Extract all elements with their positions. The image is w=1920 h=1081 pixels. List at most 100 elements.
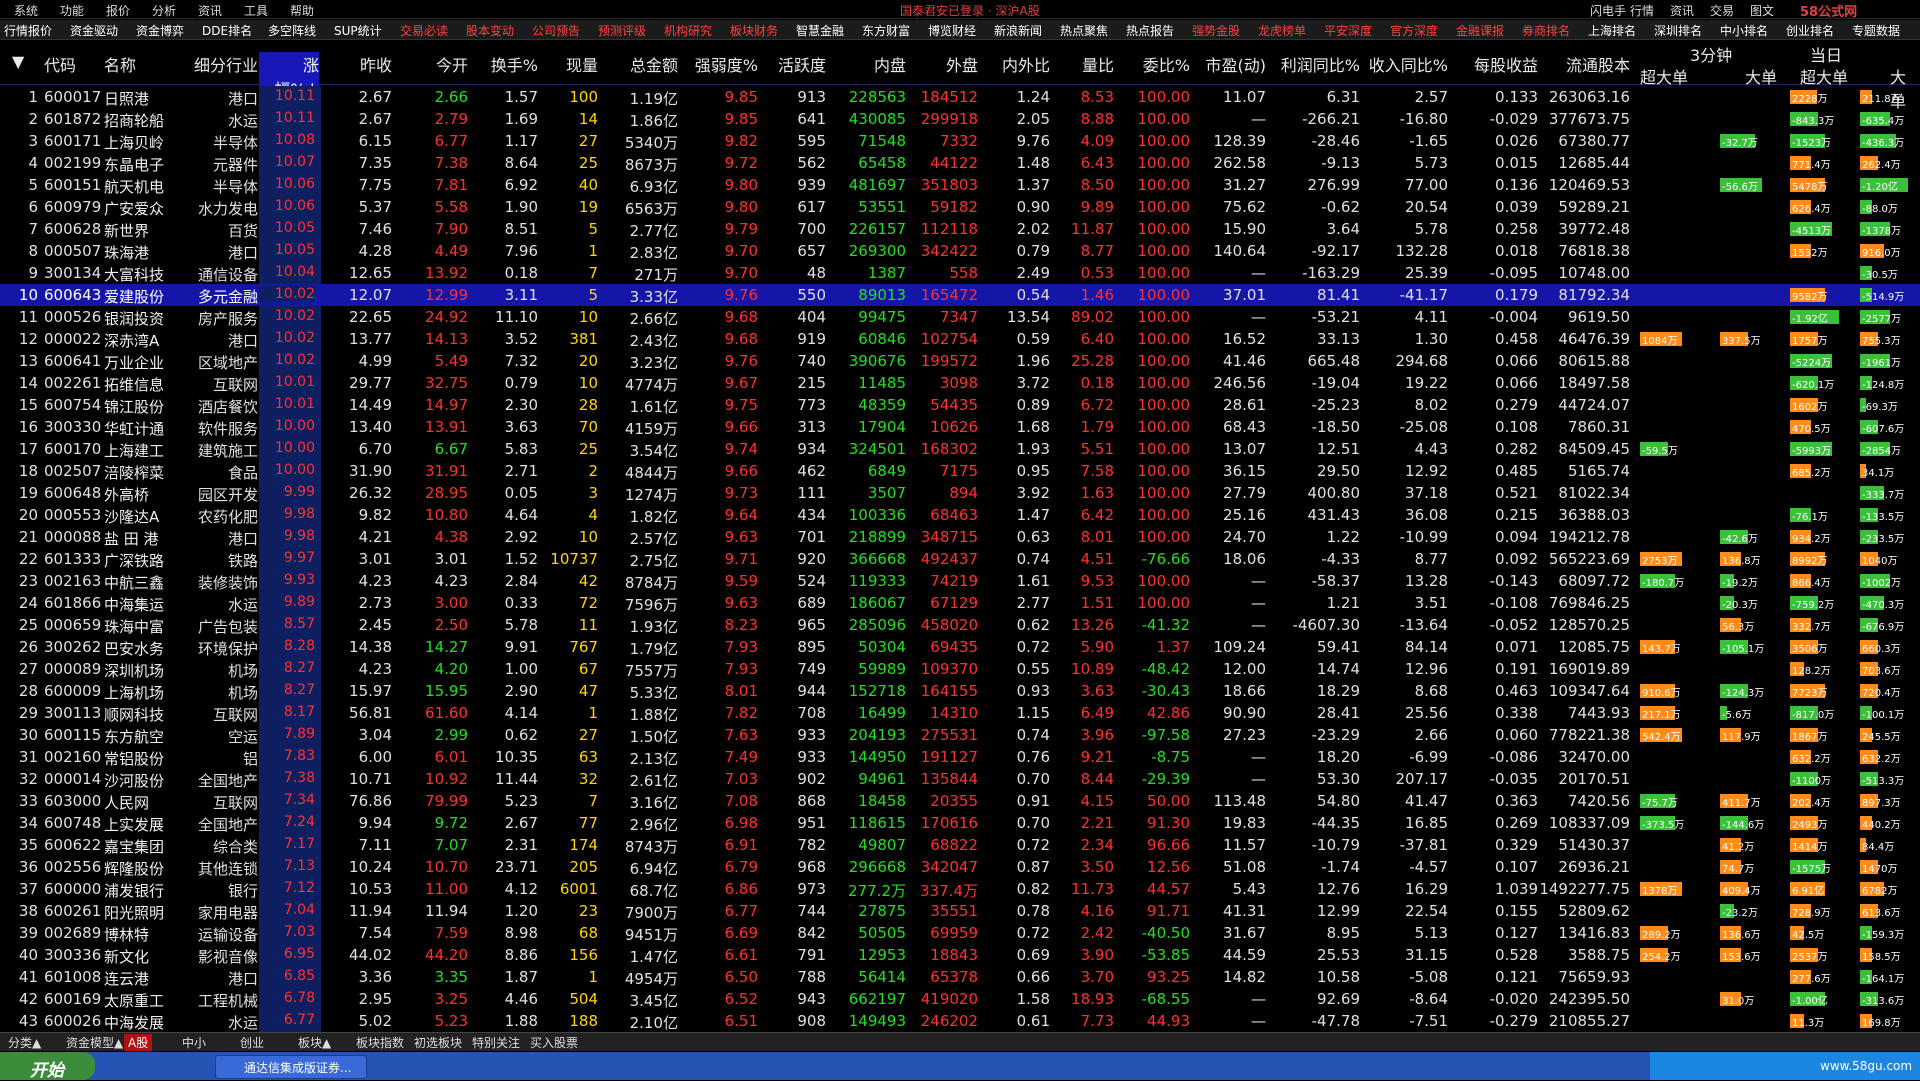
table-row[interactable]: 20 000553 沙隆达A 农药化肥 9.98 9.82 10.80 4.64 4 1.82亿 9… — [0, 504, 1920, 526]
right-menu-item-4[interactable]: 图文 — [1750, 2, 1774, 19]
right-menu-item-1[interactable]: 行情 — [1630, 2, 1654, 19]
category-tab-6[interactable]: 交易必读 — [400, 22, 448, 39]
menu-item-3[interactable]: 分析 — [152, 2, 176, 19]
table-row[interactable]: 34 600748 上实发展 全国地产 7.24 9.94 9.72 2.67 77 2.96亿 6… — [0, 812, 1920, 834]
category-tab-26[interactable]: 中小排名 — [1720, 22, 1768, 39]
category-tab-9[interactable]: 预测评级 — [598, 22, 646, 39]
header-outer[interactable]: 外盘 — [906, 52, 978, 76]
category-tab-22[interactable]: 金融课报 — [1456, 22, 1504, 39]
header-volratio[interactable]: 量比 — [1050, 52, 1114, 76]
header-revenue[interactable]: 收入同比% — [1360, 52, 1448, 76]
menu-item-6[interactable]: 帮助 — [290, 2, 314, 19]
table-row[interactable]: 26 300262 巴安水务 环境保护 8.28 14.38 14.27 9.91 767 1.7… — [0, 636, 1920, 658]
table-row[interactable]: 36 002556 辉隆股份 其他连锁 7.13 10.24 10.70 23.71 205 6.… — [0, 856, 1920, 878]
taskbar-app-button[interactable]: 通达信集成版证券... — [215, 1055, 367, 1079]
category-tab-7[interactable]: 股本变动 — [466, 22, 514, 39]
category-tab-15[interactable]: 新浪新闻 — [994, 22, 1042, 39]
bottom-tab-9[interactable]: 买入股票 — [530, 1034, 578, 1051]
category-tab-17[interactable]: 热点报告 — [1126, 22, 1174, 39]
header-code[interactable]: 代码 — [44, 52, 104, 76]
table-row[interactable]: 1 600017 日照港 港口 10.11 2.67 2.66 1.57 100 1.19亿 9.8… — [0, 86, 1920, 108]
header-strength[interactable]: 强弱度% — [678, 52, 758, 76]
category-tab-11[interactable]: 板块财务 — [730, 22, 778, 39]
category-tab-28[interactable]: 专题数据 — [1852, 22, 1900, 39]
bottom-tab-1[interactable]: 资金模型▲ — [66, 1034, 123, 1051]
table-row[interactable]: 6 600979 广安爱众 水力发电 10.06 5.37 5.58 1.90 19 6563万 9… — [0, 196, 1920, 218]
table-row[interactable]: 17 600170 上海建工 建筑施工 10.00 6.70 6.67 5.83 25 3.54亿… — [0, 438, 1920, 460]
start-button[interactable]: 开始 — [0, 1052, 95, 1081]
bottom-tab-5[interactable]: 板块▲ — [298, 1034, 331, 1051]
menu-item-4[interactable]: 资讯 — [198, 2, 222, 19]
category-tab-4[interactable]: 多空阵线 — [268, 22, 316, 39]
table-row[interactable]: 27 000089 深圳机场 机场 8.27 4.23 4.20 1.00 67 7557万 7.9… — [0, 658, 1920, 680]
table-row[interactable]: 38 600261 阳光照明 家用电器 7.04 11.94 11.94 1.20 23 7900… — [0, 900, 1920, 922]
table-row[interactable]: 7 600628 新世界 百货 10.05 7.46 7.90 8.51 5 2.77亿 9.79 7… — [0, 218, 1920, 240]
bottom-tab-6[interactable]: 板块指数 — [356, 1034, 404, 1051]
table-row[interactable]: 29 300113 顺网科技 互联网 8.17 56.81 61.60 4.14 1 1.88亿 7… — [0, 702, 1920, 724]
table-row[interactable]: 41 601008 连云港 港口 6.85 3.36 3.35 1.87 1 4954万 6.50 7… — [0, 966, 1920, 988]
category-tab-1[interactable]: 资金驱动 — [70, 22, 118, 39]
table-row[interactable]: 2 601872 招商轮船 水运 10.11 2.67 2.79 1.69 14 1.86亿 9.8… — [0, 108, 1920, 130]
table-row[interactable]: 5 600151 航天机电 半导体 10.06 7.75 7.81 6.92 40 6.93亿 9.… — [0, 174, 1920, 196]
header-prev[interactable]: 昨收 — [322, 52, 392, 76]
table-row[interactable]: 33 603000 人民网 互联网 7.34 76.86 79.99 5.23 7 3.16亿 7.… — [0, 790, 1920, 812]
category-tab-12[interactable]: 智慧金融 — [796, 22, 844, 39]
table-row[interactable]: 39 002689 博林特 运输设备 7.03 7.54 7.59 8.98 68 9451万 6.… — [0, 922, 1920, 944]
table-row[interactable]: 10 600643 爱建股份 多元金融 10.02 12.07 12.99 3.11 5 3.33… — [0, 284, 1920, 306]
header-super[interactable]: 超大单 — [1640, 64, 1688, 88]
header-turnover[interactable]: 换手% — [468, 52, 538, 76]
category-tab-5[interactable]: SUP统计 — [334, 22, 382, 39]
header-amount[interactable]: 总金额 — [598, 52, 678, 76]
header-float[interactable]: 流通股本 — [1538, 52, 1630, 76]
category-tab-24[interactable]: 上海排名 — [1588, 22, 1636, 39]
table-row[interactable]: 32 000014 沙河股份 全国地产 7.38 10.71 10.92 11.44 32 2.6… — [0, 768, 1920, 790]
table-row[interactable]: 31 002160 常铝股份 铝 7.83 6.00 6.01 10.35 63 2.13亿 7.4… — [0, 746, 1920, 768]
category-tab-14[interactable]: 博览财经 — [928, 22, 976, 39]
header-eps[interactable]: 每股收益 — [1448, 52, 1538, 76]
menu-item-2[interactable]: 报价 — [106, 2, 130, 19]
category-tab-10[interactable]: 机构研究 — [664, 22, 712, 39]
table-row[interactable]: 21 000088 盐 田 港 港口 9.98 4.21 4.38 2.92 10 2.57亿 9.… — [0, 526, 1920, 548]
table-row[interactable]: 35 600622 嘉宝集团 综合类 7.17 7.11 7.07 2.31 174 8743万 6… — [0, 834, 1920, 856]
bottom-tab-3[interactable]: 中小 — [182, 1034, 206, 1051]
bottom-tab-8[interactable]: 特别关注 — [472, 1034, 520, 1051]
category-tab-19[interactable]: 龙虎榜单 — [1258, 22, 1306, 39]
right-menu-item-2[interactable]: 资讯 — [1670, 2, 1694, 19]
category-tab-25[interactable]: 深圳排名 — [1654, 22, 1702, 39]
header-bidratio[interactable]: 委比% — [1114, 52, 1190, 76]
category-tab-27[interactable]: 创业排名 — [1786, 22, 1834, 39]
header-activity[interactable]: 活跃度 — [758, 52, 826, 76]
table-row[interactable]: 24 601866 中海集运 水运 9.89 2.73 3.00 0.33 72 7596万 9.6… — [0, 592, 1920, 614]
right-menu-item-0[interactable]: 闪电手 — [1590, 2, 1626, 19]
table-row[interactable]: 13 600641 万业企业 区域地产 10.02 4.99 5.49 7.32 20 3.23亿… — [0, 350, 1920, 372]
table-row[interactable]: 23 002163 中航三鑫 装修装饰 9.93 4.23 4.23 2.84 42 8784万 9… — [0, 570, 1920, 592]
category-tab-8[interactable]: 公司预告 — [532, 22, 580, 39]
header-name[interactable]: 名称 — [104, 52, 176, 76]
category-tab-2[interactable]: 资金博弈 — [136, 22, 184, 39]
table-row[interactable]: 14 002261 拓维信息 互联网 10.01 29.77 32.75 0.79 10 4774… — [0, 372, 1920, 394]
table-row[interactable]: 19 600648 外高桥 园区开发 9.99 26.32 28.95 0.05 3 1274万 9… — [0, 482, 1920, 504]
header-pe[interactable]: 市盈(动) — [1190, 52, 1267, 76]
header-open[interactable]: 今开 — [392, 52, 468, 76]
bottom-tab-4[interactable]: 创业 — [240, 1034, 264, 1051]
category-tab-0[interactable]: 行情报价 — [4, 22, 52, 39]
header-big[interactable]: 大单 — [1745, 64, 1777, 88]
header-ratio[interactable]: 内外比 — [978, 52, 1050, 76]
menu-item-0[interactable]: 系统 — [14, 2, 38, 19]
table-row[interactable]: 18 002507 涪陵榨菜 食品 10.00 31.90 31.91 2.71 2 4844万 9… — [0, 460, 1920, 482]
header-super2[interactable]: 超大单 — [1800, 64, 1848, 88]
table-row[interactable]: 11 000526 银润投资 房产服务 10.02 22.65 24.92 11.10 10 2.… — [0, 306, 1920, 328]
column-menu-icon[interactable]: ▼ — [12, 52, 24, 71]
header-profit[interactable]: 利润同比% — [1266, 52, 1360, 76]
table-row[interactable]: 8 000507 珠海港 港口 10.05 4.28 4.49 7.96 1 2.83亿 9.70 6… — [0, 240, 1920, 262]
menu-item-5[interactable]: 工具 — [244, 2, 268, 19]
table-row[interactable]: 9 300134 大富科技 通信设备 10.04 12.65 13.92 0.18 7 271万 9… — [0, 262, 1920, 284]
header-vol[interactable]: 现量 — [538, 52, 598, 76]
table-row[interactable]: 15 600754 锦江股份 酒店餐饮 10.01 14.49 14.97 2.30 28 1.6… — [0, 394, 1920, 416]
category-tab-16[interactable]: 热点聚焦 — [1060, 22, 1108, 39]
header-inner[interactable]: 内盘 — [826, 52, 906, 76]
table-row[interactable]: 25 000659 珠海中富 广告包装 8.57 2.45 2.50 5.78 11 1.93亿 8… — [0, 614, 1920, 636]
table-row[interactable]: 22 601333 广深铁路 铁路 9.97 3.01 3.01 1.52 10737 2.75亿… — [0, 548, 1920, 570]
right-menu-item-3[interactable]: 交易 — [1710, 2, 1734, 19]
category-tab-20[interactable]: 平安深度 — [1324, 22, 1372, 39]
